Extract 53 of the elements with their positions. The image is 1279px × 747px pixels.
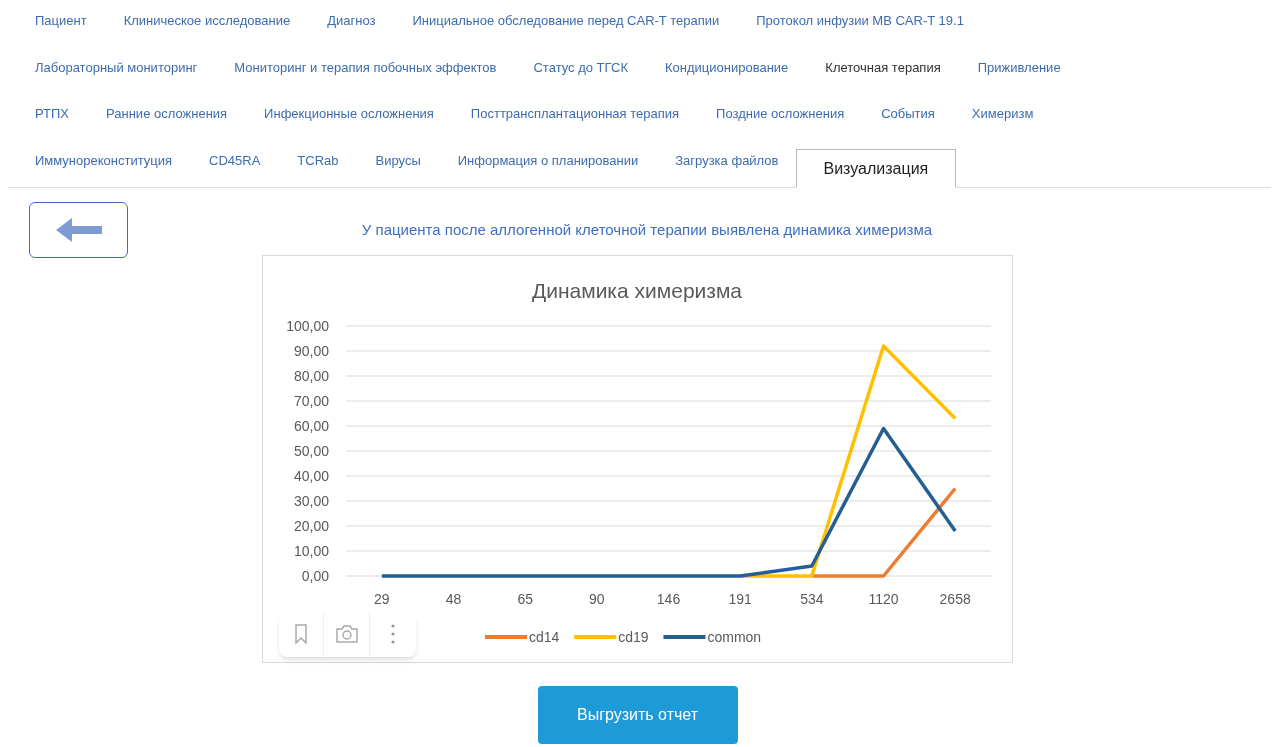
y-axis-label: 40,00 (293, 467, 329, 484)
x-axis-label: 2658 (939, 590, 971, 607)
tab[interactable]: Пациент (35, 1, 87, 40)
tab[interactable]: TCRab (297, 140, 339, 180)
y-axis-label: 10,00 (293, 542, 329, 559)
y-axis-label: 0,00 (301, 567, 329, 584)
y-axis-label: 30,00 (293, 492, 329, 509)
tab[interactable]: Инициальное обследование перед CAR-T терапии (412, 1, 720, 40)
tab[interactable]: Загрузка файлов (675, 140, 779, 180)
chart-title: Динамика химеризма (531, 278, 743, 302)
y-axis-label: 20,00 (293, 517, 329, 534)
tab[interactable]: Протокол инфузии MB CAR-T 19.1 (756, 1, 964, 40)
tab[interactable]: Лабораторный мониторинг (35, 47, 198, 87)
tab[interactable]: Визуализация (795, 149, 957, 188)
tab[interactable]: Поздние осложнения (716, 94, 845, 133)
tab[interactable]: Приживление (977, 47, 1061, 87)
tab[interactable]: Клиническое исследование (123, 1, 291, 40)
y-axis-label: 80,00 (293, 367, 329, 384)
x-axis-label: 1120 (868, 590, 899, 607)
export-report-button[interactable]: Выгрузить отчет (537, 685, 738, 744)
x-axis-label: 48 (445, 590, 462, 607)
tab[interactable]: Клеточная терапия (825, 47, 941, 87)
y-axis-label: 50,00 (293, 442, 329, 459)
legend-label: common (707, 628, 762, 645)
back-button[interactable] (29, 202, 128, 258)
y-axis-label: 60,00 (293, 417, 329, 434)
y-axis-label: 100,00 (286, 317, 329, 334)
arrow-left-icon (55, 218, 102, 242)
tab[interactable]: Мониторинг и терапия побочных эффектов (234, 47, 497, 87)
tab[interactable]: Вирусы (375, 140, 421, 180)
tab[interactable]: Ранние осложнения (106, 94, 228, 133)
x-axis-label: 146 (656, 590, 681, 607)
y-axis-label: 90,00 (293, 342, 329, 359)
legend-label: cd19 (618, 628, 649, 645)
tab[interactable]: Иммунореконституция (35, 140, 173, 180)
message-text: У пациента после аллогенной клеточной терапии выявлена динамика химеризма (361, 220, 933, 240)
tab[interactable]: РТПХ (35, 94, 70, 133)
tab[interactable]: Химеризм (971, 94, 1034, 133)
x-axis-label: 191 (728, 590, 752, 607)
tab[interactable]: CD45RA (209, 140, 261, 180)
y-axis-label: 70,00 (293, 392, 329, 409)
legend-label: cd14 (529, 628, 560, 645)
x-axis-label: 90 (589, 590, 605, 607)
tab[interactable]: Инфекционные осложнения (264, 94, 434, 133)
tab[interactable]: Статус до ТГСК (533, 47, 628, 87)
x-axis-label: 29 (374, 590, 390, 607)
tab[interactable]: Посттрансплантационная терапия (470, 94, 680, 133)
x-axis-label: 534 (800, 590, 824, 607)
x-axis-label: 65 (517, 590, 533, 607)
tab[interactable]: События (881, 94, 935, 133)
tab[interactable]: Информация о планировании (457, 140, 639, 180)
tab[interactable]: Кондиционирование (665, 47, 789, 87)
tab[interactable]: Диагноз (327, 1, 376, 40)
